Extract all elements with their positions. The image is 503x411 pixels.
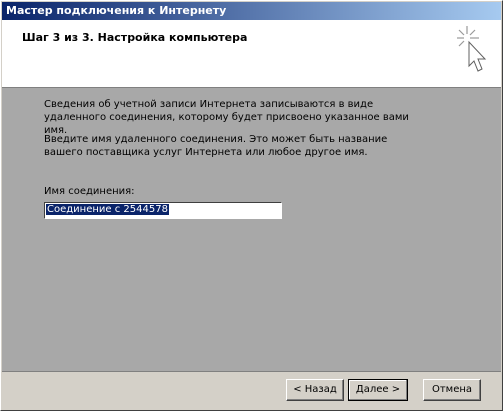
- connection-name-label: Имя соединения:: [44, 186, 135, 197]
- back-button[interactable]: < Назад: [286, 379, 344, 401]
- wizard-header: Шаг 3 из 3. Настройка компьютера: [2, 20, 501, 88]
- instruction-text: Введите имя удаленного соединения. Это м…: [44, 134, 388, 158]
- wizard-cursor-sparkle-icon: [457, 26, 487, 72]
- wizard-window: Мастер подключения к Интернету Шаг 3 из …: [0, 0, 503, 411]
- cancel-button[interactable]: Отмена: [423, 379, 481, 401]
- connection-name-input[interactable]: Соединение с 2544578: [44, 202, 282, 219]
- wizard-content: Сведения об учетной записи Интернета зап…: [2, 88, 501, 371]
- step-title: Шаг 3 из 3. Настройка компьютера: [22, 31, 248, 44]
- connection-name-value: Соединение с 2544578: [46, 204, 169, 215]
- title-bar: Мастер подключения к Интернету: [2, 2, 501, 20]
- description-text: Сведения об учетной записи Интернета зап…: [44, 99, 409, 136]
- next-button[interactable]: Далее >: [348, 379, 408, 401]
- wizard-footer: < Назад Далее > Отмена: [2, 371, 501, 410]
